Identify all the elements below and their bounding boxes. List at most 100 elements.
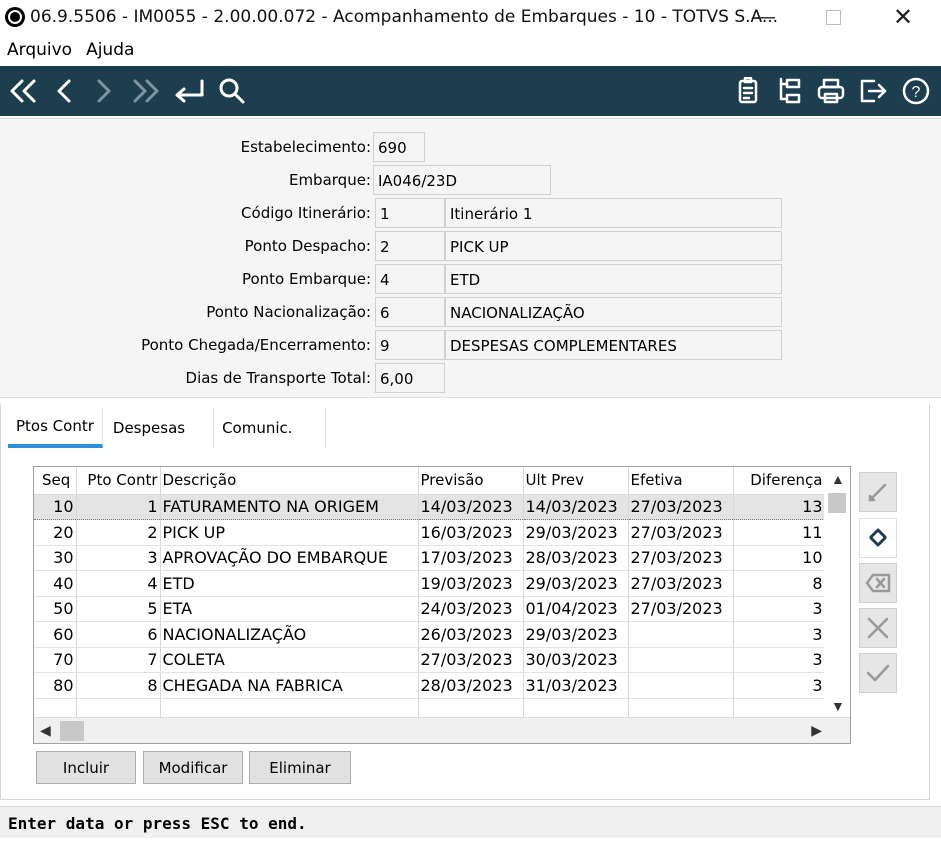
table-cell[interactable]: APROVAÇÃO DO EMBARQUE (160, 545, 419, 571)
table-row[interactable]: 80 8 CHEGADA NA FABRICA 28/03/2023 31/03/202… (34, 672, 826, 699)
horizontal-scrollbar[interactable]: ◀ ▶ (34, 717, 850, 743)
incluir-button[interactable]: Incluir (36, 751, 136, 784)
scroll-right-icon[interactable]: ▶ (811, 722, 822, 739)
menu-ajuda[interactable]: Ajuda (79, 40, 141, 60)
table-cell[interactable]: FATURAMENTO NA ORIGEM (160, 493, 419, 520)
dias-transporte-field[interactable]: 6,00 (375, 363, 445, 393)
table-cell[interactable]: 11 (733, 519, 826, 546)
scroll-left-icon[interactable]: ◀ (40, 722, 51, 739)
table-row[interactable]: 50 5 ETA 24/03/2023 01/04/2023 27/03/2023 3 (34, 596, 826, 622)
column-header-ult-prev[interactable]: Ult Prev (523, 467, 629, 495)
column-header-descricao[interactable]: Descrição (160, 467, 419, 495)
table-cell[interactable]: 70 (34, 647, 77, 673)
menu-arquivo[interactable]: Arquivo (0, 40, 79, 60)
table-cell[interactable]: 8 (733, 570, 826, 597)
table-cell[interactable]: 29/03/2023 (523, 570, 629, 597)
ponto-embarque-field[interactable]: 4 (375, 264, 445, 294)
table-cell[interactable]: 27/03/2023 (628, 545, 734, 571)
table-cell[interactable]: 10 (733, 545, 826, 571)
table-row[interactable]: 10 1 FATURAMENTO NA ORIGEM 14/03/2023 14/03/… (34, 493, 826, 520)
table-cell[interactable]: 2 (76, 519, 161, 546)
goto-return-icon[interactable] (170, 74, 210, 108)
tree-icon[interactable] (774, 74, 806, 108)
print-icon[interactable] (814, 74, 848, 108)
eliminar-button[interactable]: Eliminar (249, 751, 351, 784)
table-row[interactable]: 20 2 PICK UP 16/03/2023 29/03/2023 27/03/2023… (34, 519, 826, 546)
table-cell[interactable]: CHEGADA NA FABRICA (160, 672, 419, 699)
table-cell[interactable]: 4 (76, 570, 161, 597)
table-cell[interactable]: 27/03/2023 (628, 570, 734, 597)
tab-comunic[interactable]: Comunic. (214, 408, 326, 448)
table-cell[interactable]: 27/03/2023 (628, 519, 734, 546)
table-cell[interactable]: 3 (733, 621, 826, 648)
table-cell[interactable]: 13 (733, 493, 826, 520)
table-cell[interactable]: ETA (160, 596, 419, 622)
horizontal-scroll-thumb[interactable] (60, 721, 84, 741)
tab-despesas[interactable]: Despesas (103, 408, 215, 448)
scroll-up-icon[interactable]: ▲ (831, 471, 845, 487)
table-cell[interactable]: 1 (76, 493, 161, 520)
table-cell[interactable]: 14/03/2023 (418, 493, 524, 520)
table-cell[interactable]: 3 (76, 545, 161, 571)
table-cell[interactable]: 01/04/2023 (523, 596, 629, 622)
ponto-chegada-field[interactable]: 9 (375, 330, 445, 360)
table-row[interactable]: 70 7 COLETA 27/03/2023 30/03/2023 3 (34, 647, 826, 673)
table-cell[interactable]: ETD (160, 570, 419, 597)
table-cell[interactable]: 17/03/2023 (418, 545, 524, 571)
help-icon[interactable]: ? (899, 74, 933, 108)
estabelecimento-field[interactable]: 690 (373, 132, 425, 162)
exit-icon[interactable] (856, 74, 890, 108)
table-cell[interactable]: 40 (34, 570, 77, 597)
table-cell[interactable]: 5 (76, 596, 161, 622)
table-cell[interactable]: 3 (733, 647, 826, 673)
table-cell[interactable]: 20 (34, 519, 77, 546)
refresh-button[interactable] (859, 518, 897, 558)
report-icon[interactable] (733, 74, 765, 108)
ponto-nacionalizacao-field[interactable]: 6 (375, 297, 445, 327)
table-cell[interactable]: PICK UP (160, 519, 419, 546)
column-header-diferenca[interactable]: Diferença (733, 467, 826, 495)
previous-record-icon[interactable] (50, 74, 78, 108)
table-cell[interactable]: 19/03/2023 (418, 570, 524, 597)
table-cell[interactable] (628, 672, 734, 699)
table-cell[interactable]: 16/03/2023 (418, 519, 524, 546)
table-cell[interactable]: 50 (34, 596, 77, 622)
codigo-itinerario-field[interactable]: 1 (375, 198, 445, 228)
control-points-grid[interactable]: Seq Pto Contr Descrição Previsão Ult Pre… (33, 466, 851, 744)
table-cell[interactable]: 8 (76, 672, 161, 699)
table-cell[interactable]: 27/03/2023 (418, 647, 524, 673)
table-cell[interactable]: 80 (34, 672, 77, 699)
table-cell[interactable]: 28/03/2023 (418, 672, 524, 699)
vertical-scroll-thumb[interactable] (828, 493, 846, 513)
table-cell[interactable]: 3 (733, 672, 826, 699)
table-row[interactable]: 40 4 ETD 19/03/2023 29/03/2023 27/03/2023 8 (34, 570, 826, 597)
table-cell[interactable]: 27/03/2023 (628, 596, 734, 622)
first-record-icon[interactable] (6, 74, 40, 108)
scroll-down-icon[interactable]: ▼ (831, 698, 845, 714)
table-cell[interactable]: 29/03/2023 (523, 621, 629, 648)
table-cell[interactable]: 30 (34, 545, 77, 571)
ponto-despacho-field[interactable]: 2 (375, 231, 445, 261)
table-cell[interactable]: 28/03/2023 (523, 545, 629, 571)
tab-ptos-contr[interactable]: Ptos Contr (8, 408, 103, 448)
table-row[interactable]: 30 3 APROVAÇÃO DO EMBARQUE 17/03/2023 28/03/… (34, 545, 826, 571)
table-cell[interactable]: 26/03/2023 (418, 621, 524, 648)
minimize-button[interactable]: — (742, 0, 788, 34)
table-cell[interactable]: 31/03/2023 (523, 672, 629, 699)
table-cell[interactable]: 29/03/2023 (523, 519, 629, 546)
table-cell[interactable]: NACIONALIZAÇÃO (160, 621, 419, 648)
search-icon[interactable] (214, 74, 250, 108)
modificar-button[interactable]: Modificar (143, 751, 243, 784)
column-header-seq[interactable]: Seq (34, 467, 77, 495)
table-cell[interactable]: 6 (76, 621, 161, 648)
table-row[interactable]: 60 6 NACIONALIZAÇÃO 26/03/2023 29/03/2023 3 (34, 621, 826, 648)
table-cell[interactable]: 7 (76, 647, 161, 673)
table-cell[interactable]: COLETA (160, 647, 419, 673)
close-button[interactable]: ✕ (880, 0, 926, 34)
table-cell[interactable]: 14/03/2023 (523, 493, 629, 520)
column-header-efetiva[interactable]: Efetiva (628, 467, 734, 495)
column-header-pto-contr[interactable]: Pto Contr (76, 467, 161, 495)
column-header-previsao[interactable]: Previsão (418, 467, 524, 495)
table-cell[interactable] (628, 647, 734, 673)
maximize-button[interactable] (810, 0, 856, 34)
